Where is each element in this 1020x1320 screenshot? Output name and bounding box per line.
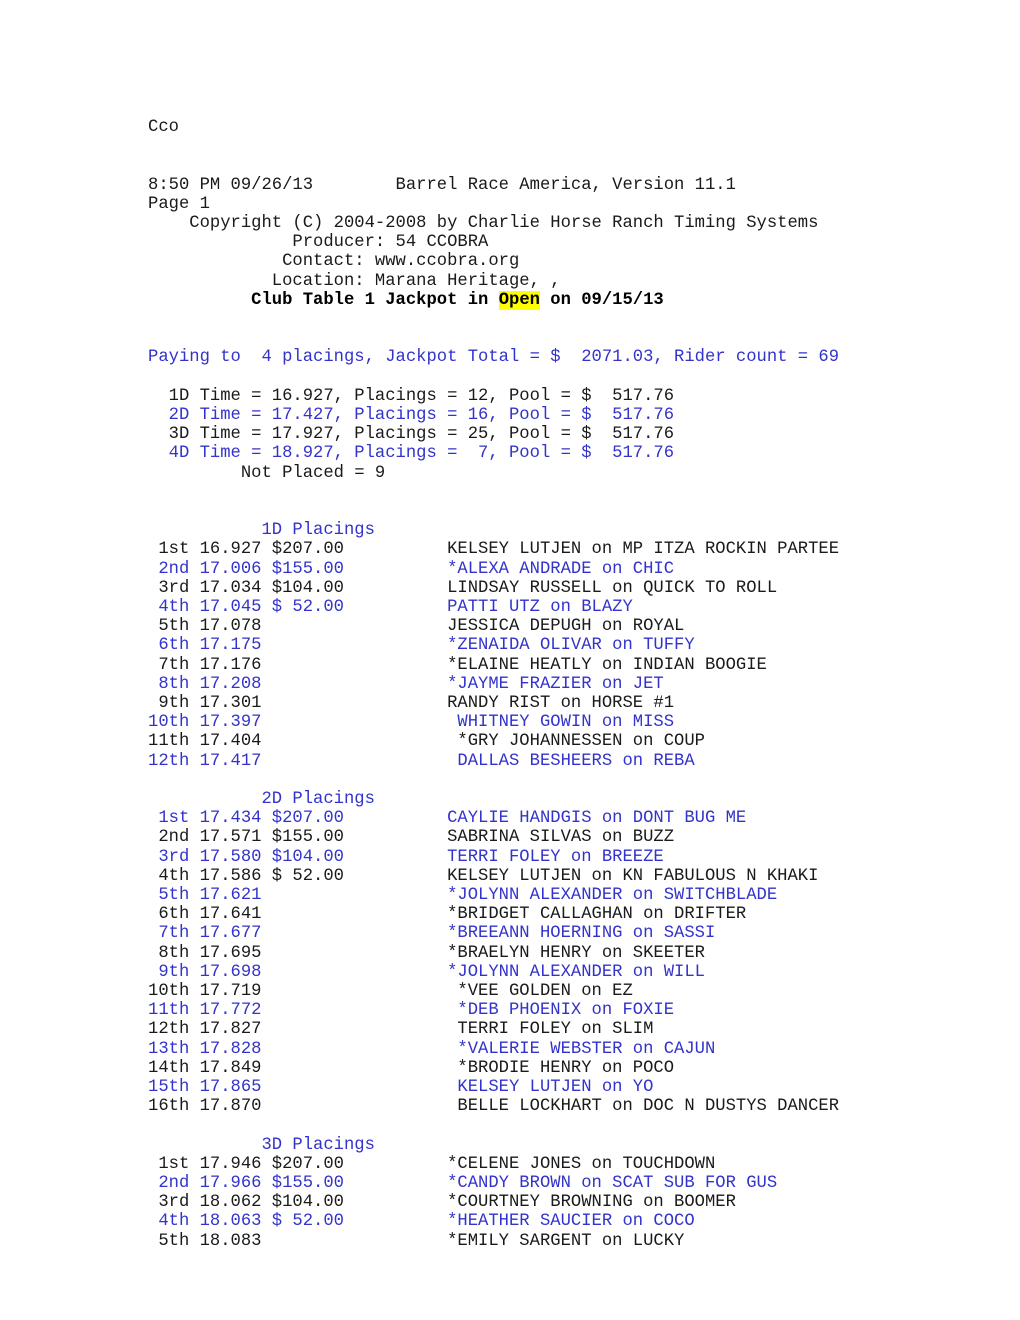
- header-timestamp-title: 8:50 PM 09/26/13 Barrel Race America, Ve…: [148, 175, 736, 195]
- placing-row: 9th 17.698 *JOLYNN ALEXANDER on WILL: [148, 962, 705, 982]
- placing-row: 7th 17.677 *BREEANN HOERNING on SASSI: [148, 924, 716, 944]
- report-title: Club Table 1 Jackpot in Open on 09/15/13: [148, 290, 664, 310]
- placing-row: 8th 17.208 *JAYME FRAZIER on JET: [148, 674, 664, 694]
- placing-row: 2nd 17.966 $155.00 *CANDY BROWN on SCAT …: [148, 1174, 778, 1194]
- producer-line: Producer: 54 CCOBRA: [148, 233, 489, 253]
- placing-row: 4th 17.586 $ 52.00 KELSEY LUTJEN on KN F…: [148, 866, 819, 886]
- placing-row: 13th 17.828 *VALERIE WEBSTER on CAJUN: [148, 1039, 716, 1059]
- placing-row: 9th 17.301 RANDY RIST on HORSE #1: [148, 693, 675, 713]
- placing-row: 3rd 17.034 $104.00 LINDSAY RUSSELL on QU…: [148, 578, 778, 598]
- placing-row: 11th 17.772 *DEB PHOENIX on FOXIE: [148, 1001, 675, 1021]
- report-body: Cco 8:50 PM 09/26/13 Barrel Race America,…: [148, 118, 839, 1251]
- section-heading-3: 3D Placings: [148, 1135, 375, 1155]
- placing-row: 16th 17.870 BELLE LOCKHART on DOC N DUST…: [148, 1097, 840, 1117]
- placing-row: 5th 17.078 JESSICA DEPUGH on ROYAL: [148, 617, 685, 637]
- placing-row: 6th 17.175 *ZENAIDA OLIVAR on TUFFY: [148, 636, 695, 656]
- placing-row: 14th 17.849 *BRODIE HENRY on POCO: [148, 1058, 675, 1078]
- doc-label: Cco: [148, 118, 179, 137]
- placing-row: 8th 17.695 *BRAELYN HENRY on SKEETER: [148, 943, 705, 963]
- division-summary-4: 4D Time = 18.927, Placings = 7, Pool = $…: [148, 444, 675, 464]
- placing-row: 4th 18.063 $ 52.00 *HEATHER SAUCIER on C…: [148, 1212, 695, 1232]
- placing-row: 4th 17.045 $ 52.00 PATTI UTZ on BLAZY: [148, 597, 633, 617]
- page-label: Page 1: [148, 194, 210, 214]
- placing-row: 1st 17.946 $207.00 *CELENE JONES on TOUC…: [148, 1154, 716, 1174]
- placing-row: 5th 18.083 *EMILY SARGENT on LUCKY: [148, 1231, 685, 1251]
- placing-row: 1st 16.927 $207.00 KELSEY LUTJEN on MP I…: [148, 540, 840, 560]
- placing-row: 2nd 17.571 $155.00 SABRINA SILVAS on BUZ…: [148, 828, 675, 848]
- copyright-line: Copyright (C) 2004-2008 by Charlie Horse…: [148, 213, 819, 233]
- location-line: Location: Marana Heritage, ,: [148, 271, 561, 291]
- placing-row: 15th 17.865 KELSEY LUTJEN on YO: [148, 1078, 654, 1098]
- placing-row: 7th 17.176 *ELAINE HEATLY on INDIAN BOOG…: [148, 655, 767, 675]
- placing-row: 11th 17.404 *GRY JOHANNESSEN on COUP: [148, 732, 705, 752]
- placing-row: 6th 17.641 *BRIDGET CALLAGHAN on DRIFTER: [148, 905, 747, 925]
- section-heading-2: 2D Placings: [148, 789, 375, 809]
- placing-row: 12th 17.417 DALLAS BESHEERS on REBA: [148, 751, 695, 771]
- division-summary-2: 2D Time = 17.427, Placings = 16, Pool = …: [148, 405, 675, 425]
- title-highlight: Open: [498, 290, 540, 310]
- placing-row: 12th 17.827 TERRI FOLEY on SLIM: [148, 1020, 654, 1040]
- paying-summary: Paying to 4 placings, Jackpot Total = $ …: [148, 348, 840, 368]
- placing-row: 3rd 17.580 $104.00 TERRI FOLEY on BREEZE: [148, 847, 664, 867]
- placing-row: 2nd 17.006 $155.00 *ALEXA ANDRADE on CHI…: [148, 559, 675, 579]
- not-placed-line: Not Placed = 9: [148, 463, 386, 483]
- contact-line: Contact: www.ccobra.org: [148, 252, 520, 272]
- placing-row: 10th 17.719 *VEE GOLDEN on EZ: [148, 982, 633, 1002]
- placing-row: 3rd 18.062 $104.00 *COURTNEY BROWNING on…: [148, 1193, 736, 1213]
- division-summary-3: 3D Time = 17.927, Placings = 25, Pool = …: [148, 425, 675, 445]
- section-heading-1: 1D Placings: [148, 521, 375, 541]
- placing-row: 10th 17.397 WHITNEY GOWIN on MISS: [148, 713, 675, 733]
- division-summary-1: 1D Time = 16.927, Placings = 12, Pool = …: [148, 386, 675, 406]
- placing-row: 5th 17.621 *JOLYNN ALEXANDER on SWITCHBL…: [148, 886, 778, 905]
- placing-row: 1st 17.434 $207.00 CAYLIE HANDGIS on DON…: [148, 809, 747, 829]
